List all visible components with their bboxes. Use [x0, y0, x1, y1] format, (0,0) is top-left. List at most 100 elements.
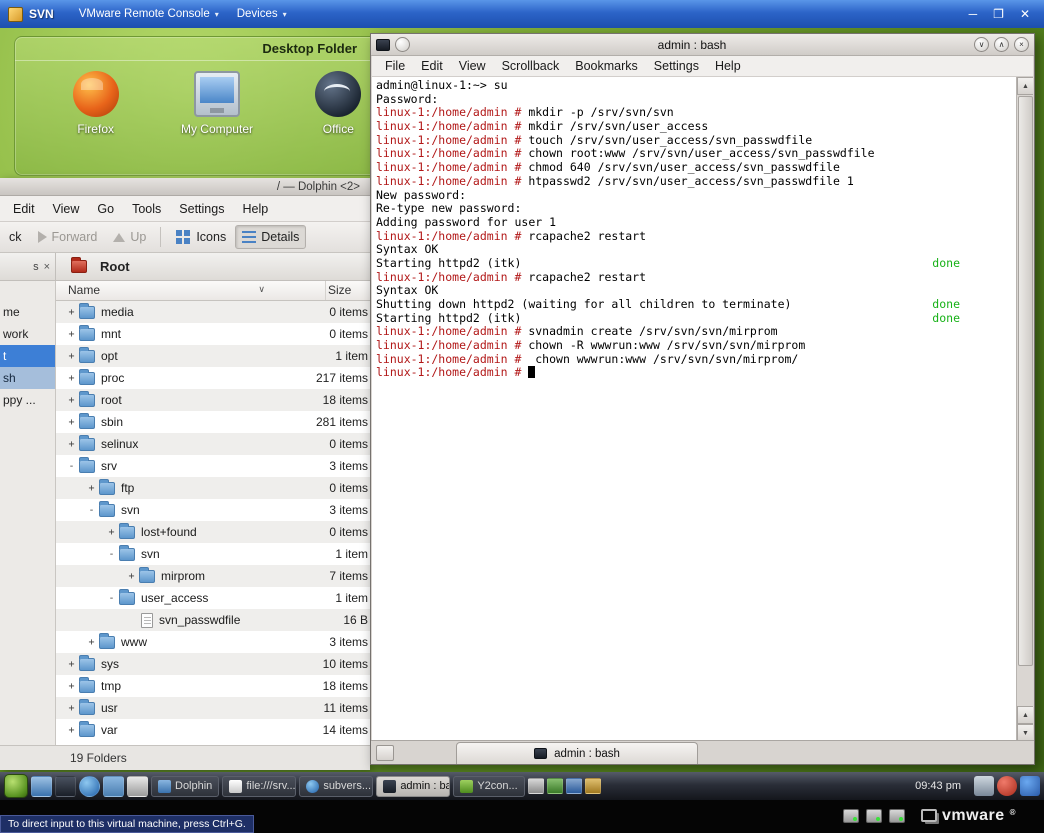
tree-expander[interactable]: +: [106, 527, 117, 538]
menu-item[interactable]: Edit: [413, 56, 451, 76]
minimize-button[interactable]: ─: [969, 7, 978, 21]
menu-item[interactable]: View: [451, 56, 494, 76]
tree-expander[interactable]: -: [106, 593, 117, 604]
table-row[interactable]: - user_access 1 item: [56, 587, 370, 609]
task-button[interactable]: Y2con...: [453, 775, 525, 797]
display-icon[interactable]: [974, 776, 994, 796]
table-row[interactable]: + lost+found 0 items: [56, 521, 370, 543]
task-button[interactable]: Dolphin: [151, 775, 220, 797]
up-button[interactable]: Up: [106, 225, 153, 249]
clipboard-tray-icon[interactable]: [527, 778, 544, 794]
security-icon[interactable]: [997, 776, 1017, 796]
places-item[interactable]: ppy ...: [0, 389, 55, 411]
table-row[interactable]: + selinux 0 items: [56, 433, 370, 455]
konsole-titlebar[interactable]: admin : bash ∨ ∧ ×: [371, 34, 1034, 56]
tree-expander[interactable]: +: [66, 395, 77, 406]
column-header-name[interactable]: Name ∨: [56, 281, 326, 300]
menu-item[interactable]: Edit: [4, 197, 44, 221]
tree-expander[interactable]: +: [126, 571, 137, 582]
table-row[interactable]: svn_passwdfile 16 B: [56, 609, 370, 631]
menu-item[interactable]: Help: [233, 197, 277, 221]
close-button[interactable]: ✕: [1020, 7, 1030, 21]
desktop-icon[interactable]: [31, 775, 52, 797]
table-row[interactable]: - srv 3 items: [56, 455, 370, 477]
maximize-button[interactable]: ∧: [994, 37, 1009, 52]
office-icon[interactable]: [315, 71, 362, 117]
table-row[interactable]: + sbin 281 items: [56, 411, 370, 433]
computer-icon[interactable]: [193, 71, 240, 117]
tree-expander[interactable]: +: [66, 725, 77, 736]
menu-item[interactable]: Settings: [170, 197, 233, 221]
tree-expander[interactable]: +: [66, 351, 77, 362]
usb-status-icon[interactable]: [889, 809, 905, 823]
tree-expander[interactable]: +: [66, 373, 77, 384]
task-button[interactable]: subvers...: [299, 775, 374, 797]
menu-item[interactable]: Scrollback: [494, 56, 568, 76]
forward-button[interactable]: Forward: [31, 225, 105, 249]
tree-expander[interactable]: +: [86, 483, 97, 494]
menu-item[interactable]: Settings: [646, 56, 707, 76]
start-menu-button[interactable]: [4, 774, 28, 798]
table-row[interactable]: + var 14 items: [56, 719, 370, 741]
column-header-size[interactable]: Size: [326, 281, 370, 300]
places-item[interactable]: t: [0, 345, 55, 367]
network-tray-icon[interactable]: [565, 778, 582, 794]
table-row[interactable]: + root 18 items: [56, 389, 370, 411]
folder-launcher-icon[interactable]: [103, 775, 124, 797]
table-row[interactable]: + tmp 18 items: [56, 675, 370, 697]
menu-item[interactable]: Devices ▾: [228, 5, 296, 23]
table-row[interactable]: + usr 11 items: [56, 697, 370, 719]
terminal-screen[interactable]: admin@linux-1:~> su Password: linux-1:/h…: [372, 77, 1033, 742]
desktop-icon-item[interactable]: Firefox: [41, 71, 150, 136]
back-button[interactable]: ck: [2, 225, 29, 249]
scroll-up-button[interactable]: ▲: [1017, 77, 1033, 95]
shade-button[interactable]: ∨: [974, 37, 989, 52]
menu-item[interactable]: Bookmarks: [567, 56, 646, 76]
menu-item[interactable]: VMware Remote Console ▾: [70, 5, 228, 23]
table-row[interactable]: + sys 10 items: [56, 653, 370, 675]
scroll-up-button-2[interactable]: ▲: [1017, 706, 1033, 724]
task-button[interactable]: admin : ba...: [376, 775, 451, 797]
table-row[interactable]: + proc 217 items: [56, 367, 370, 389]
menu-item[interactable]: File: [377, 56, 413, 76]
desktop-icon-item[interactable]: My Computer: [162, 71, 271, 136]
menu-item[interactable]: Help: [707, 56, 749, 76]
tree-expander[interactable]: +: [86, 637, 97, 648]
tree-expander[interactable]: -: [106, 549, 117, 560]
tree-expander[interactable]: +: [66, 307, 77, 318]
tree-expander[interactable]: -: [66, 461, 77, 472]
new-tab-button[interactable]: [376, 745, 394, 761]
updates-icon[interactable]: [1020, 776, 1040, 796]
menu-item[interactable]: View: [44, 197, 89, 221]
table-row[interactable]: - svn 3 items: [56, 499, 370, 521]
office-launcher-icon[interactable]: [127, 775, 148, 797]
menu-item[interactable]: Tools: [123, 197, 170, 221]
terminal-launcher-icon[interactable]: [55, 775, 76, 797]
tree-expander[interactable]: +: [66, 417, 77, 428]
klipper-tray-icon[interactable]: [584, 778, 601, 794]
icons-view-button[interactable]: Icons: [168, 225, 233, 250]
tree-expander[interactable]: -: [86, 505, 97, 516]
tab-admin-bash[interactable]: admin : bash: [456, 742, 698, 764]
restore-button[interactable]: ❐: [993, 7, 1004, 21]
network-status-icon[interactable]: [866, 809, 882, 823]
table-row[interactable]: + www 3 items: [56, 631, 370, 653]
pin-button[interactable]: [395, 37, 410, 52]
window-menu-icon[interactable]: [376, 38, 390, 51]
browser-icon[interactable]: [79, 775, 100, 797]
table-row[interactable]: + opt 1 item: [56, 345, 370, 367]
hdd-status-icon[interactable]: [843, 809, 859, 823]
tree-expander[interactable]: +: [66, 329, 77, 340]
tree-expander[interactable]: +: [66, 439, 77, 450]
close-icon[interactable]: ×: [44, 261, 50, 273]
table-row[interactable]: - svn 1 item: [56, 543, 370, 565]
dolphin-titlebar[interactable]: / — Dolphin <2>: [0, 178, 370, 196]
table-row[interactable]: + mirprom 7 items: [56, 565, 370, 587]
places-item[interactable]: work: [0, 323, 55, 345]
places-item[interactable]: sh: [0, 367, 55, 389]
tree-expander[interactable]: +: [66, 659, 77, 670]
volume-tray-icon[interactable]: [546, 778, 563, 794]
scrollbar[interactable]: ▲ ▲ ▼: [1016, 77, 1033, 742]
table-row[interactable]: + ftp 0 items: [56, 477, 370, 499]
scrollbar-thumb[interactable]: [1018, 96, 1033, 666]
